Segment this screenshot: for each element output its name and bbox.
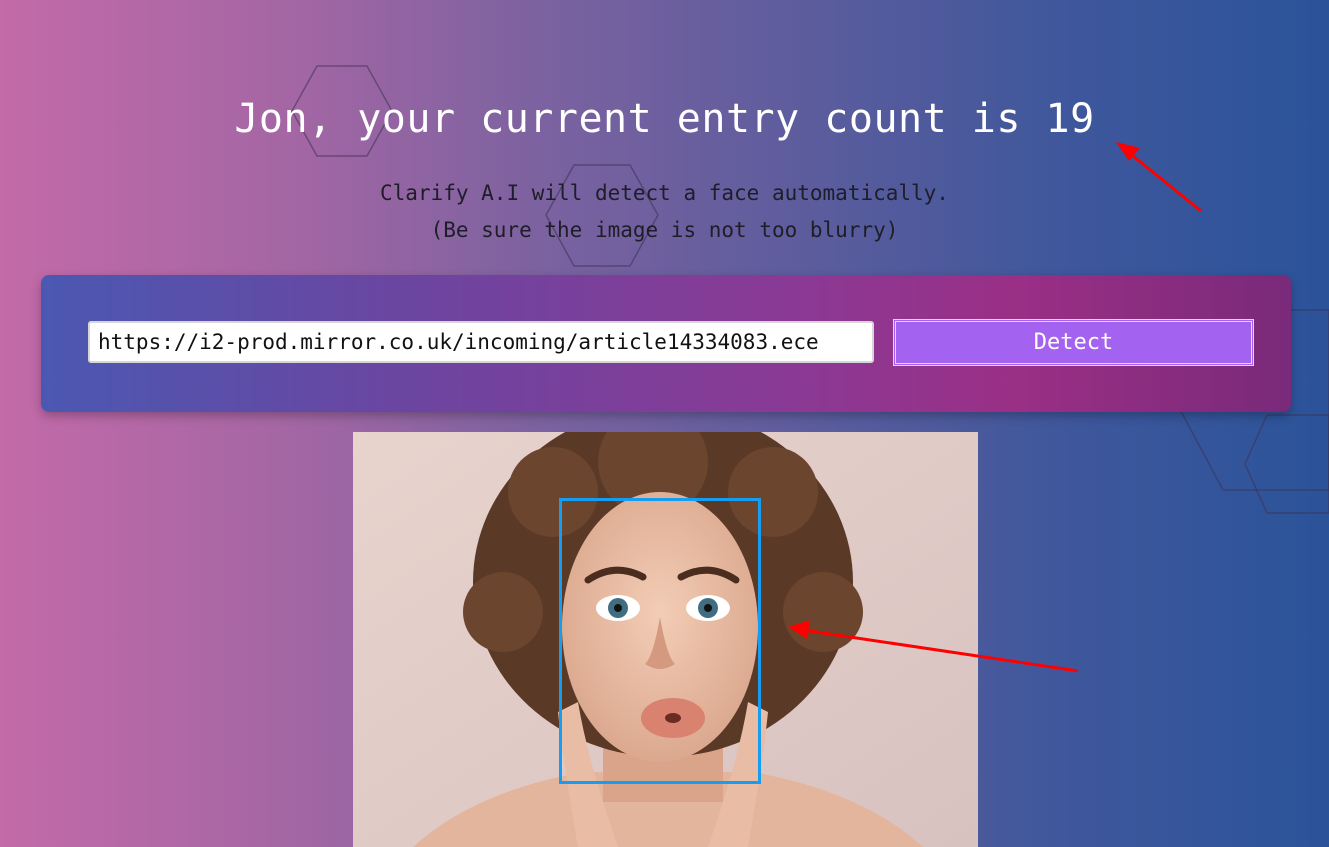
hexagon-decoration-icon bbox=[545, 164, 659, 267]
detect-button[interactable]: Detect bbox=[893, 319, 1254, 366]
face-bounding-box bbox=[559, 498, 761, 784]
entry-count-heading: Jon, your current entry count is 19 bbox=[234, 96, 1095, 142]
hexagon-decoration-icon bbox=[1244, 414, 1329, 514]
image-link-form: Detect bbox=[41, 275, 1291, 412]
image-url-input[interactable] bbox=[88, 321, 874, 363]
instruction-line: Clarify A.I will detect a face automatic… bbox=[380, 181, 949, 205]
instruction-line: (Be sure the image is not too blurry) bbox=[430, 218, 899, 242]
